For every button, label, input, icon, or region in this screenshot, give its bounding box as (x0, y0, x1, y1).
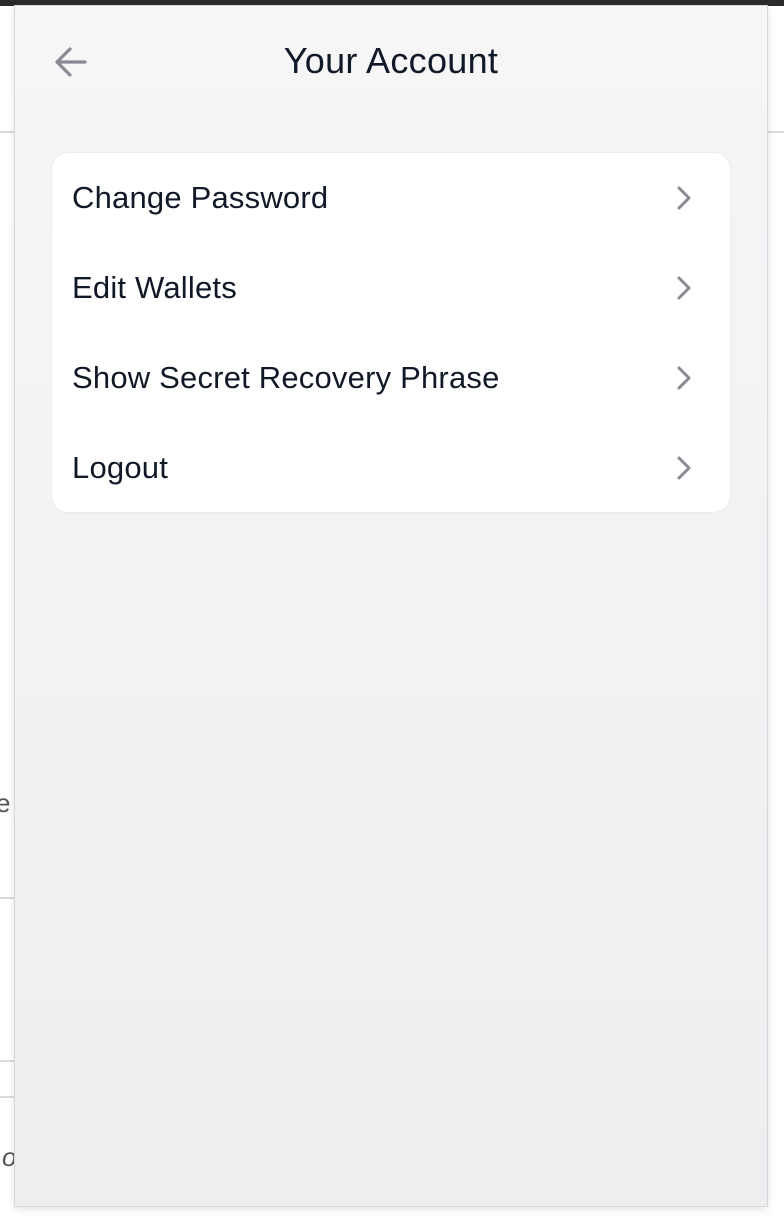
chevron-right-icon (677, 276, 691, 300)
account-popup: Your Account Change Password Edit Wallet… (15, 6, 767, 1206)
menu-item-show-secret-recovery-phrase[interactable]: Show Secret Recovery Phrase (52, 333, 730, 423)
page-title: Your Account (283, 40, 499, 81)
menu-item-label: Change Password (72, 180, 329, 215)
background-divider (767, 131, 784, 133)
background-partial-text: e (0, 788, 11, 818)
menu-item-edit-wallets[interactable]: Edit Wallets (52, 243, 730, 333)
menu-item-label: Edit Wallets (72, 270, 237, 305)
background-divider (0, 131, 15, 133)
menu-item-label: Show Secret Recovery Phrase (72, 360, 500, 395)
menu-item-label: Logout (72, 450, 169, 485)
background-divider (0, 897, 15, 899)
background-divider (0, 1060, 15, 1062)
menu-item-logout[interactable]: Logout (52, 423, 730, 513)
account-menu: Change Password Edit Wallets Show Secret… (52, 153, 730, 512)
chevron-right-icon (677, 186, 691, 210)
menu-item-change-password[interactable]: Change Password (52, 153, 730, 243)
popup-header: Your Account (15, 6, 767, 118)
chevron-right-icon (677, 366, 691, 390)
background-divider (0, 1096, 15, 1098)
chevron-right-icon (677, 456, 691, 480)
